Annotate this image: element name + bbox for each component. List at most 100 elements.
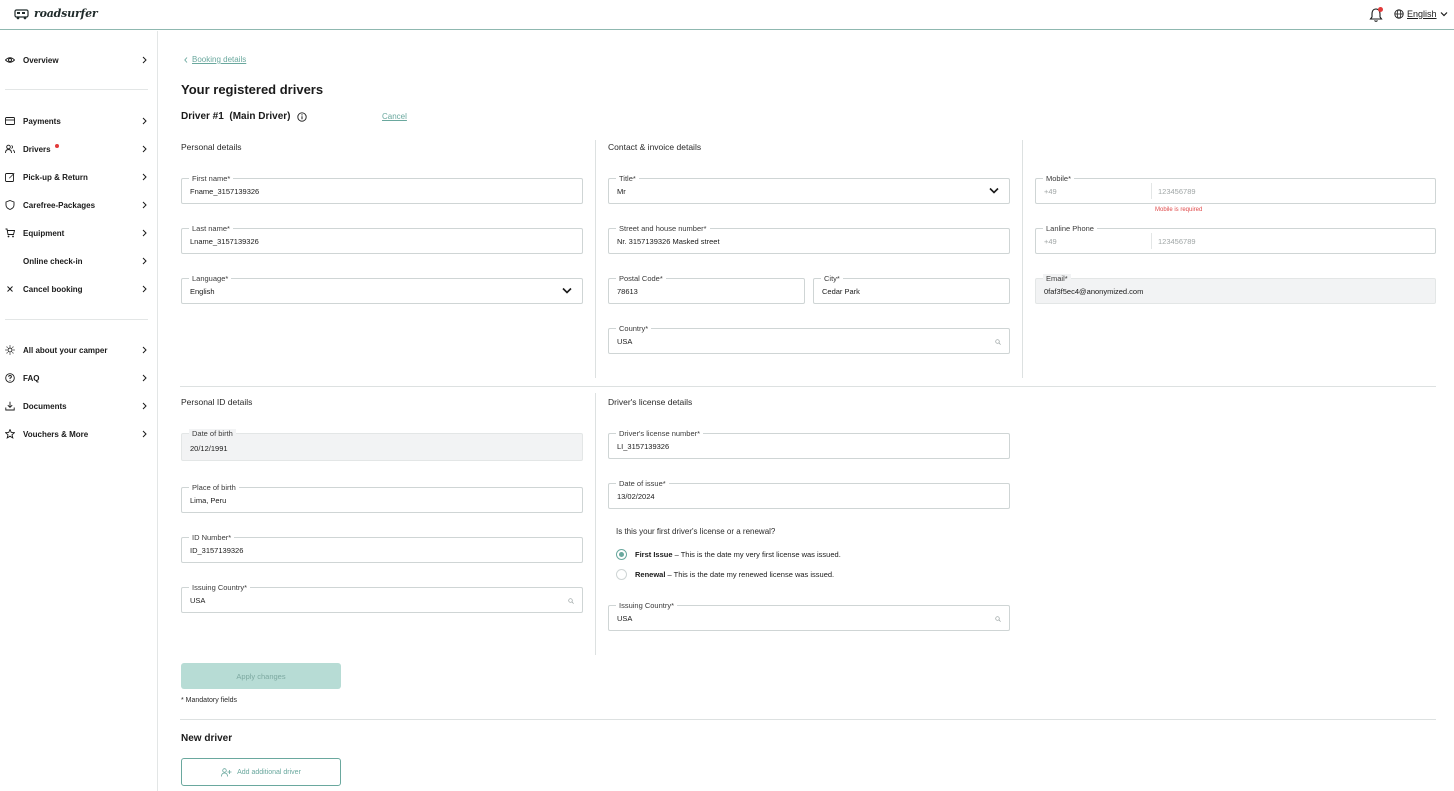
field-label: Email* xyxy=(1043,274,1071,283)
radio-renewal[interactable]: Renewal – This is the date my renewed li… xyxy=(616,569,834,580)
field-value: USA xyxy=(617,337,633,346)
sidebar-item-cancel-booking[interactable]: Cancel booking xyxy=(0,279,157,299)
cancel-link[interactable]: Cancel xyxy=(382,112,407,121)
mobile-field[interactable]: Mobile* +49 123456789 xyxy=(1035,174,1436,204)
logo[interactable]: roadsurfer xyxy=(14,7,98,20)
radio-button[interactable] xyxy=(616,569,627,580)
attention-dot xyxy=(55,144,59,148)
field-value: Mr xyxy=(617,187,626,196)
sidebar-item-about-camper[interactable]: All about your camper xyxy=(0,340,157,360)
mobile-input: 123456789 xyxy=(1158,187,1196,196)
field-value: USA xyxy=(617,614,633,623)
language-selector[interactable]: English xyxy=(1394,9,1448,19)
field-value: Fname_3157139326 xyxy=(190,187,260,196)
date-of-issue-field[interactable]: Date of issue* 13/02/2024 xyxy=(608,479,1010,509)
landline-field[interactable]: Lanline Phone +49 123456789 xyxy=(1035,224,1436,254)
field-label: Lanline Phone xyxy=(1043,224,1097,233)
field-value: Lima, Peru xyxy=(190,496,227,505)
chevron-right-icon xyxy=(142,257,147,265)
sidebar-item-online-checkin[interactable]: Online check-in xyxy=(0,251,157,271)
postal-code-field[interactable]: Postal Code* 78613 xyxy=(608,274,805,304)
sidebar-item-label: FAQ xyxy=(23,373,40,383)
breadcrumb[interactable]: Booking details xyxy=(184,55,246,64)
field-label: Issuing Country* xyxy=(189,583,251,592)
last-name-field[interactable]: Last name* Lname_3157139326 xyxy=(181,224,583,254)
sidebar-item-label: Online check-in xyxy=(23,256,83,266)
cart-icon xyxy=(5,228,15,238)
radio-first-issue[interactable]: First Issue – This is the date my very f… xyxy=(616,549,841,560)
chevron-down-icon xyxy=(1440,12,1447,17)
logo-text: roadsurfer xyxy=(34,7,98,20)
language-label: English xyxy=(1407,9,1437,19)
field-label: Language* xyxy=(189,274,232,283)
chevron-right-icon xyxy=(142,56,147,64)
place-of-birth-field[interactable]: Place of birth Lima, Peru xyxy=(181,483,583,513)
notification-badge xyxy=(1378,7,1383,12)
driver-title: Driver #1 (Main Driver) xyxy=(181,111,307,122)
field-label: Date of issue* xyxy=(616,479,669,488)
sidebar-item-label: All about your camper xyxy=(23,345,108,355)
sidebar-item-label: Payments xyxy=(23,116,61,126)
phone-separator xyxy=(1151,233,1152,249)
street-field[interactable]: Street and house number* Nr. 3157139326 … xyxy=(608,224,1010,254)
id-number-field[interactable]: ID Number* ID_3157139326 xyxy=(181,533,583,563)
sidebar-item-drivers[interactable]: Drivers xyxy=(0,139,157,159)
mobile-error: Mobile is required xyxy=(1155,207,1203,213)
license-number-field[interactable]: Driver's license number* LI_3157139326 xyxy=(608,429,1010,459)
info-icon[interactable] xyxy=(296,111,307,122)
sidebar-item-carefree-packages[interactable]: Carefree-Packages xyxy=(0,195,157,215)
field-value: Lname_3157139326 xyxy=(190,237,259,246)
section-divider xyxy=(180,719,1436,720)
sidebar-item-payments[interactable]: Payments xyxy=(0,111,157,131)
add-driver-button[interactable]: Add additional driver xyxy=(181,758,341,786)
chevron-right-icon xyxy=(142,229,147,237)
section-title-personal-id: Personal ID details xyxy=(181,397,253,407)
id-issuing-country-field[interactable]: Issuing Country* USA xyxy=(181,583,583,613)
license-issuing-country-field[interactable]: Issuing Country* USA xyxy=(608,601,1010,631)
chevron-down-icon xyxy=(989,187,999,194)
column-divider xyxy=(595,140,596,378)
radio-label: Renewal – This is the date my renewed li… xyxy=(635,570,835,579)
field-value: 13/02/2024 xyxy=(617,492,655,501)
chevron-right-icon xyxy=(142,374,147,382)
download-icon xyxy=(5,401,15,411)
sidebar-item-pickup-return[interactable]: Pick-up & Return xyxy=(0,167,157,187)
chevron-right-icon xyxy=(142,346,147,354)
field-label: Postal Code* xyxy=(616,274,666,283)
field-label: ID Number* xyxy=(189,533,235,542)
sidebar-item-label: Vouchers & More xyxy=(23,429,89,439)
camper-van-icon xyxy=(14,8,29,19)
sidebar-item-label: Carefree-Packages xyxy=(23,200,96,210)
sidebar-item-vouchers[interactable]: Vouchers & More xyxy=(0,424,157,444)
field-value: 20/12/1991 xyxy=(190,444,228,453)
sidebar-item-documents[interactable]: Documents xyxy=(0,396,157,416)
license-question: Is this your first driver's license or a… xyxy=(616,527,776,536)
language-select[interactable]: Language* English xyxy=(181,274,583,304)
sidebar-item-equipment[interactable]: Equipment xyxy=(0,223,157,243)
apply-changes-button[interactable]: Apply changes xyxy=(181,663,341,689)
chevron-down-icon xyxy=(562,287,572,294)
sidebar-item-label: Documents xyxy=(23,401,67,411)
email-field: Email* 0faf3f5ec4@anonymized.com xyxy=(1035,274,1436,304)
first-name-field[interactable]: First name* Fname_3157139326 xyxy=(181,174,583,204)
radio-button[interactable] xyxy=(616,549,627,560)
field-value: USA xyxy=(190,596,206,605)
chevron-right-icon xyxy=(142,430,147,438)
question-circle-icon xyxy=(5,373,15,383)
search-icon xyxy=(995,339,1001,345)
date-of-birth-field: Date of birth 20/12/1991 xyxy=(181,429,583,461)
country-field[interactable]: Country* USA xyxy=(608,324,1010,354)
city-field[interactable]: City* Cedar Park xyxy=(813,274,1010,304)
chevron-right-icon xyxy=(142,173,147,181)
breadcrumb-link: Booking details xyxy=(192,55,247,64)
field-label: Title* xyxy=(616,174,639,183)
field-value: 0faf3f5ec4@anonymized.com xyxy=(1044,287,1144,296)
section-title-personal: Personal details xyxy=(181,142,242,152)
sidebar-item-label: Pick-up & Return xyxy=(23,172,88,182)
title-select[interactable]: Title* Mr xyxy=(608,174,1010,204)
sidebar-item-label: Cancel booking xyxy=(23,284,83,294)
sidebar-item-faq[interactable]: FAQ xyxy=(0,368,157,388)
star-icon xyxy=(5,429,15,439)
sidebar-item-overview[interactable]: Overview xyxy=(0,50,157,70)
search-icon xyxy=(995,616,1001,622)
